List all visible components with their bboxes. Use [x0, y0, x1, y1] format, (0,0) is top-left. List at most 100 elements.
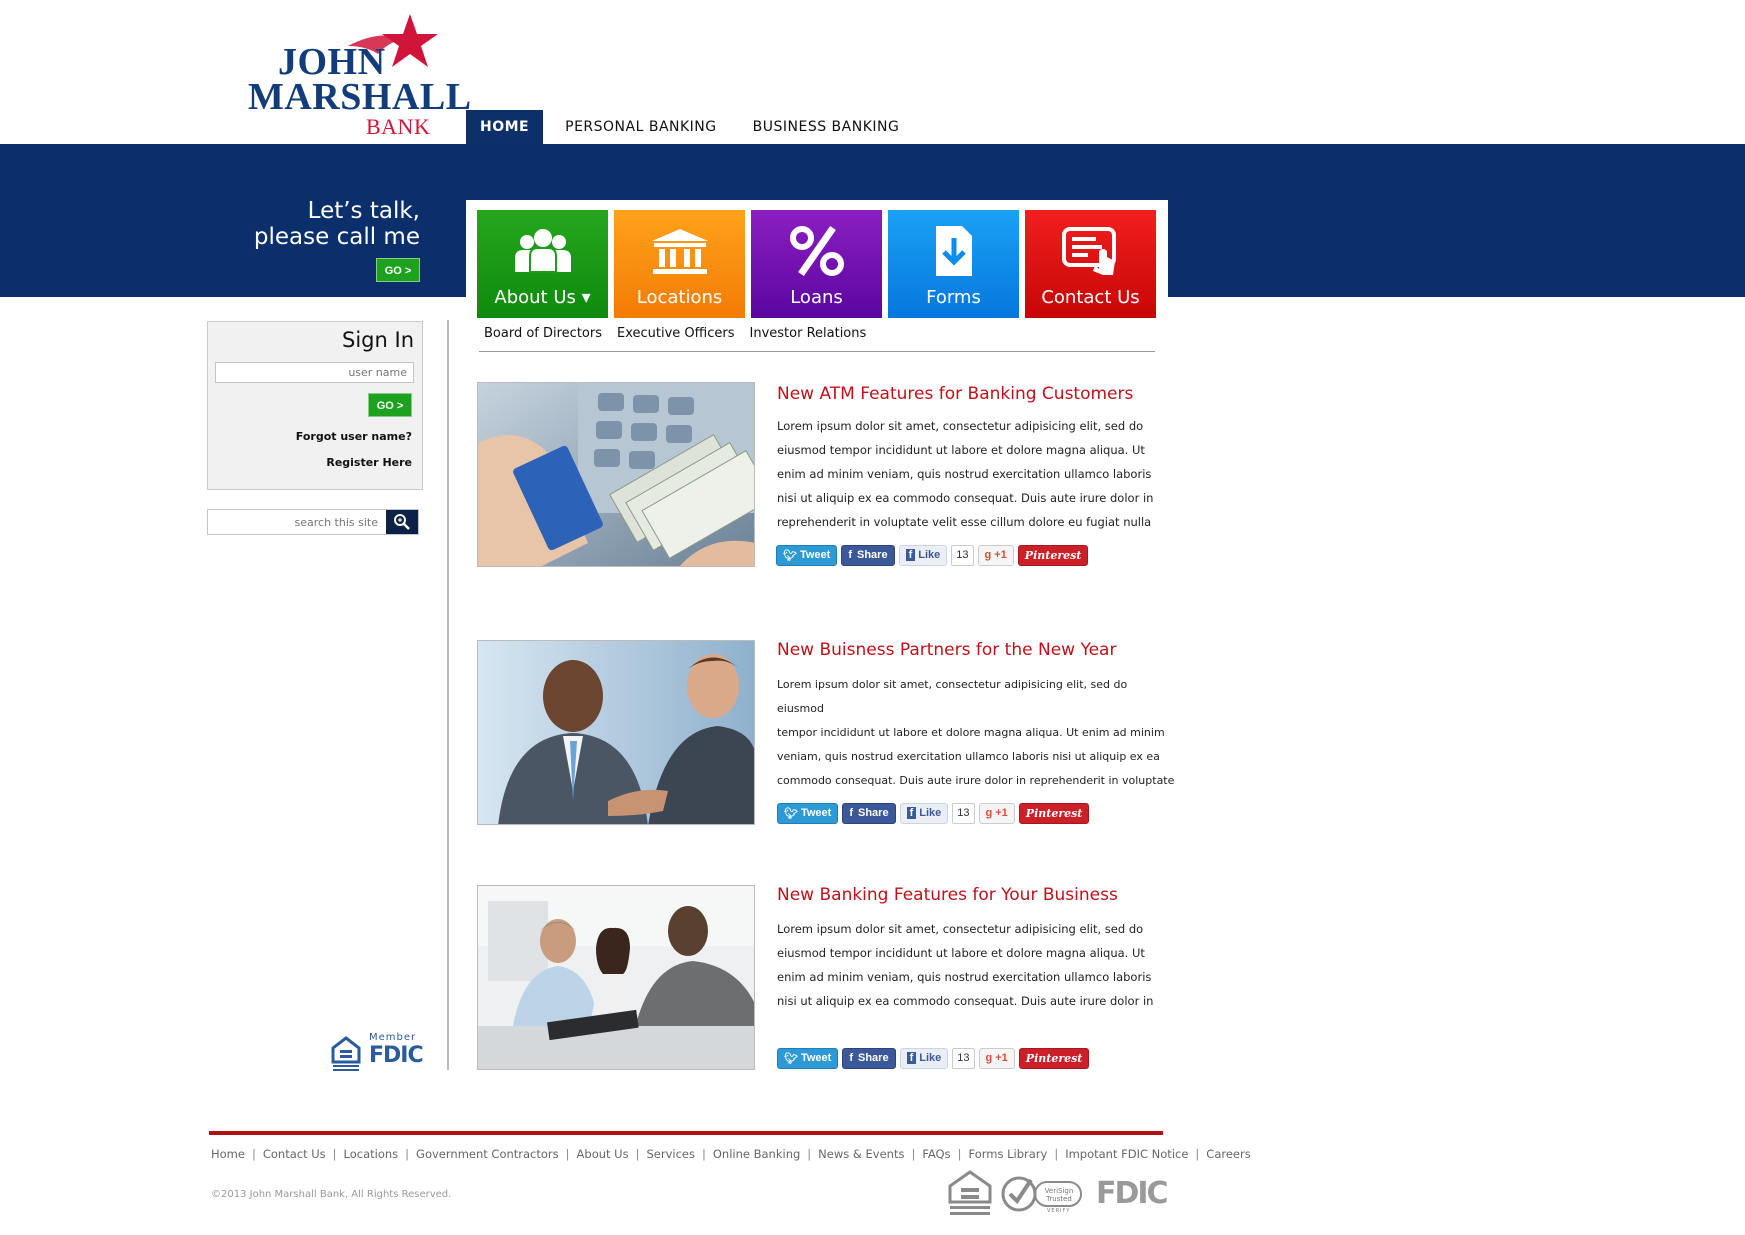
google-plus-icon: g	[985, 807, 993, 819]
footer-links: Home | Contact Us | Locations | Government …	[211, 1147, 1251, 1161]
article-line: enim ad minim veniam, quis nostrud exerc…	[777, 970, 1152, 984]
verisign-trusted-badge[interactable]: VeriSign Trusted VERIFY	[1001, 1174, 1083, 1214]
bank-logo[interactable]: JOHN MARSHALL BANK	[248, 12, 471, 139]
tweet-button[interactable]: 🐦︎ Tweet	[777, 1047, 839, 1069]
pinterest-button[interactable]: Pinterest	[1018, 1047, 1090, 1069]
plus-label: +1	[995, 807, 1008, 819]
like-count: 13	[952, 802, 975, 824]
search-input[interactable]	[208, 510, 386, 534]
tile-locations-label: Locations	[636, 287, 723, 308]
article-line: enim ad minim veniam, quis nostrud exerc…	[777, 467, 1152, 481]
register-link[interactable]: Register Here	[326, 456, 412, 469]
facebook-share-button[interactable]: f Share	[841, 544, 895, 566]
tile-forms[interactable]: Forms	[888, 210, 1019, 318]
footer-link-forms-library[interactable]: Forms Library	[968, 1147, 1047, 1161]
handshake-photo[interactable]	[477, 640, 755, 825]
quick-links-panel: About Us ▾ Locations Loans Forms Contact…	[466, 200, 1168, 318]
footer-link-services[interactable]: Services	[646, 1147, 695, 1161]
tweet-button[interactable]: 🐦︎ Tweet	[776, 544, 838, 566]
facebook-like-button[interactable]: f Like	[898, 544, 948, 566]
tweet-label: Tweet	[799, 549, 831, 561]
news-article: New Banking Features for Your Business L…	[477, 885, 1167, 1075]
footer-link-locations[interactable]: Locations	[344, 1147, 399, 1161]
social-share-bar: 🐦︎ Tweet f Share f Like 13 g +1 Pinterest	[777, 1047, 1093, 1069]
pinterest-button[interactable]: Pinterest	[1017, 544, 1089, 566]
logo-text-bank: BANK	[366, 114, 431, 139]
separator: |	[635, 1147, 640, 1161]
subnav-investor-relations[interactable]: Investor Relations	[750, 326, 867, 351]
google-plus-button[interactable]: g +1	[978, 802, 1015, 824]
separator: |	[807, 1147, 812, 1161]
document-download-icon	[888, 224, 1019, 278]
nav-home[interactable]: HOME	[466, 110, 544, 144]
footer-link-contact-us[interactable]: Contact Us	[263, 1147, 326, 1161]
forgot-username-link[interactable]: Forgot user name?	[296, 430, 412, 443]
footer-fdic-logo: FDIC	[1096, 1176, 1169, 1211]
news-article: New Buisness Partners for the New Year L…	[477, 640, 1174, 830]
google-plus-button[interactable]: g +1	[977, 544, 1014, 566]
tile-locations[interactable]: Locations	[614, 210, 745, 318]
article-line: commodo consequat. Duis aute irure dolor…	[777, 774, 1175, 787]
separator: |	[1195, 1147, 1200, 1161]
plus-label: +1	[994, 549, 1007, 561]
footer-link-home[interactable]: Home	[211, 1147, 245, 1161]
couple-meeting-photo[interactable]	[477, 885, 755, 1070]
separator: |	[701, 1147, 706, 1161]
nav-business-banking[interactable]: BUSINESS BANKING	[735, 110, 918, 144]
tile-contact-us[interactable]: Contact Us	[1025, 210, 1156, 318]
footer-link-online-banking[interactable]: Online Banking	[713, 1147, 800, 1161]
article-line: Lorem ipsum dolor sit amet, consectetur …	[777, 922, 1144, 936]
facebook-share-button[interactable]: f Share	[842, 802, 896, 824]
article-title[interactable]: New Banking Features for Your Business	[777, 885, 1118, 905]
footer-badges: VeriSign Trusted VERIFY FDIC	[948, 1170, 1169, 1218]
call-me-go-button[interactable]: GO >	[376, 258, 420, 282]
article-line: reprehenderit in voluptate velit esse ci…	[777, 515, 1152, 529]
article-title[interactable]: New Buisness Partners for the New Year	[777, 640, 1116, 660]
subnav-board-of-directors[interactable]: Board of Directors	[484, 326, 602, 351]
separator: |	[1054, 1147, 1059, 1161]
tile-about-us[interactable]: About Us ▾	[477, 210, 608, 318]
sign-in-title: Sign In	[342, 328, 414, 352]
equal-housing-icon	[331, 1036, 361, 1071]
facebook-icon: f	[905, 549, 916, 561]
footer-link-faqs[interactable]: FAQs	[922, 1147, 950, 1161]
plus-label: +1	[995, 1052, 1008, 1064]
site-search	[207, 509, 419, 535]
article-body: Lorem ipsum dolor sit amet, consectetur …	[777, 414, 1157, 534]
facebook-share-button[interactable]: f Share	[842, 1047, 896, 1069]
subnav-executive-officers[interactable]: Executive Officers	[617, 326, 735, 351]
social-share-bar: 🐦︎ Tweet f Share f Like 13 g +1 Pinterest	[776, 544, 1092, 566]
google-plus-button[interactable]: g +1	[978, 1047, 1015, 1069]
search-button[interactable]	[386, 510, 418, 534]
logo-text-marshall: MARSHALL	[248, 76, 472, 118]
like-count: 13	[951, 544, 974, 566]
tile-forms-label: Forms	[926, 287, 981, 308]
footer-link-about-us[interactable]: About Us	[577, 1147, 629, 1161]
footer-link-news-events[interactable]: News & Events	[818, 1147, 904, 1161]
tweet-label: Tweet	[800, 807, 832, 819]
tile-loans[interactable]: Loans	[751, 210, 882, 318]
like-count: 13	[952, 1047, 975, 1069]
footer-link-careers[interactable]: Careers	[1206, 1147, 1250, 1161]
facebook-icon: f	[849, 807, 853, 819]
people-icon	[477, 224, 608, 278]
facebook-like-button[interactable]: f Like	[899, 1047, 949, 1069]
nav-personal-banking[interactable]: PERSONAL BANKING	[547, 110, 735, 144]
footer-link-government-contractors[interactable]: Government Contractors	[416, 1147, 559, 1161]
article-line: nisi ut aliquip ex ea commodo consequat.…	[777, 491, 1154, 505]
facebook-like-button[interactable]: f Like	[899, 802, 949, 824]
username-input[interactable]	[215, 362, 414, 383]
article-body: Lorem ipsum dolor sit amet, consectetur …	[777, 673, 1177, 793]
article-title[interactable]: New ATM Features for Banking Customers	[777, 384, 1133, 404]
sign-in-go-button[interactable]: GO >	[368, 393, 412, 417]
separator: |	[251, 1147, 256, 1161]
footer-link-fdic-notice[interactable]: Impotant FDIC Notice	[1065, 1147, 1188, 1161]
like-label: Like	[919, 807, 942, 819]
pinterest-button[interactable]: Pinterest	[1018, 802, 1090, 824]
like-label: Like	[919, 1052, 942, 1064]
facebook-icon: f	[848, 549, 852, 561]
tweet-button[interactable]: 🐦︎ Tweet	[777, 802, 839, 824]
call-me-line1: Let’s talk,	[307, 198, 420, 224]
atm-cash-photo[interactable]	[477, 382, 755, 567]
separator: |	[957, 1147, 962, 1161]
